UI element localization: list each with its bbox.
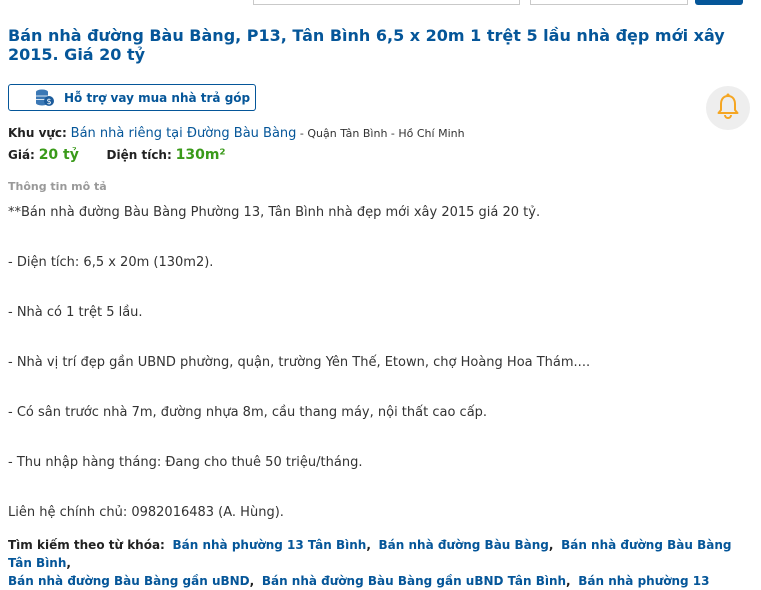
keyword-label: Tìm kiếm theo từ khóa:	[8, 538, 165, 552]
loan-support-button[interactable]: $ Hỗ trợ vay mua nhà trả góp	[8, 84, 256, 111]
search-input-filter[interactable]	[530, 0, 688, 5]
keyword-separator: ,	[249, 574, 255, 588]
description-line: - Thu nhập hàng tháng: Đang cho thuê 50 …	[8, 455, 363, 470]
bell-icon	[716, 93, 740, 123]
loan-support-label: Hỗ trợ vay mua nhà trả góp	[64, 90, 251, 105]
keyword-tags: Tìm kiếm theo từ khóa: Bán nhà phường 13…	[8, 536, 753, 590]
size-value: 130m²	[175, 147, 226, 163]
keyword-link[interactable]: Bán nhà phường 13 Tân Bình	[173, 538, 367, 552]
description-line: - Diện tích: 6,5 x 20m (130m2).	[8, 255, 214, 270]
search-input-location[interactable]	[253, 0, 520, 5]
svg-text:$: $	[46, 97, 51, 106]
area-district: - Quận Tân Bình - Hồ Chí Minh	[296, 127, 465, 140]
keyword-separator: ,	[66, 556, 71, 570]
coins-icon: $	[35, 88, 55, 108]
description-line: - Có sân trước nhà 7m, đường nhựa 8m, cầ…	[8, 405, 488, 420]
area-link[interactable]: Bán nhà riêng tại Đường Bàu Bàng	[71, 126, 297, 141]
notification-button[interactable]	[706, 86, 750, 130]
area-label: Khu vực:	[8, 126, 67, 140]
listing-title: Bán nhà đường Bàu Bàng, P13, Tân Bình 6,…	[8, 26, 725, 64]
keyword-link[interactable]: Bán nhà đường Bàu Bàng gần uBND Tân Bình	[262, 574, 566, 588]
price-label: Giá:	[8, 148, 35, 162]
area-row: Khu vực: Bán nhà riêng tại Đường Bàu Bàn…	[8, 126, 465, 141]
keyword-link[interactable]: Bán nhà đường Bàu Bàng	[379, 538, 549, 552]
search-button[interactable]	[695, 0, 743, 5]
keyword-separator: ,	[548, 538, 554, 552]
description-line: - Nhà vị trí đẹp gần UBND phường, quận, …	[8, 355, 591, 370]
size-label: Diện tích:	[106, 148, 172, 162]
description-line: **Bán nhà đường Bàu Bàng Phường 13, Tân …	[8, 205, 541, 220]
keyword-separator: ,	[566, 574, 571, 588]
keyword-link[interactable]: Bán nhà phường 13	[578, 574, 709, 588]
description-body: **Bán nhà đường Bàu Bàng Phường 13, Tân …	[8, 204, 748, 554]
description-heading: Thông tin mô tả	[8, 180, 107, 193]
top-search-bar	[0, 0, 761, 6]
price-row: Giá: 20 tỷ Diện tích: 130m²	[8, 147, 226, 163]
description-line: - Nhà có 1 trệt 5 lầu.	[8, 305, 143, 320]
price-value: 20 tỷ	[38, 147, 79, 163]
keyword-link[interactable]: Bán nhà đường Bàu Bàng gần uBND	[8, 574, 250, 588]
keyword-separator: ,	[366, 538, 371, 552]
